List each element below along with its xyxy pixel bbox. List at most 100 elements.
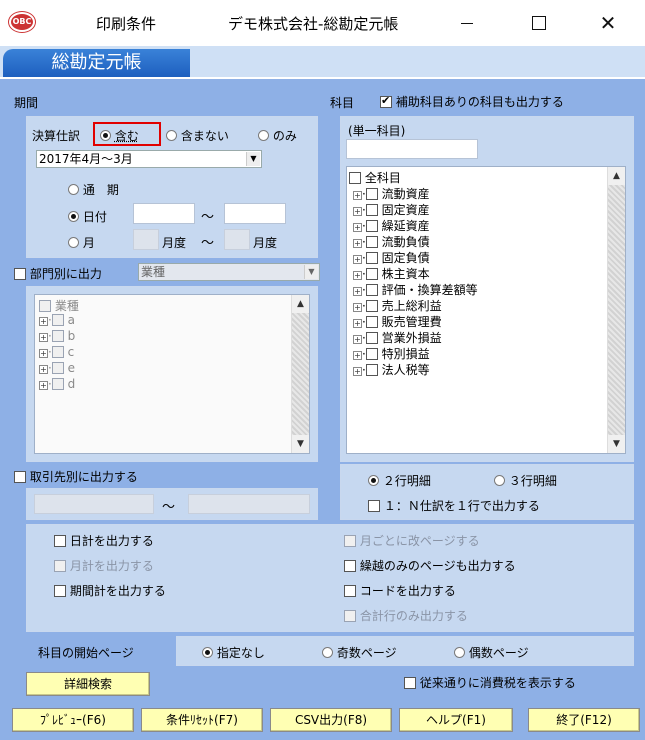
start-page-odd-label: 奇数ページ [336, 646, 397, 660]
settlement-include-label: 含む [114, 129, 139, 143]
tree-item[interactable]: +· 固定資産 [353, 201, 430, 217]
checkbox-icon [344, 585, 356, 597]
radio-icon [368, 475, 379, 486]
csv-output-button[interactable]: CSV出力(F8) [270, 708, 392, 732]
daily-total-checkbox[interactable]: 日計を出力する [54, 532, 154, 549]
tree-item[interactable]: +· 営業外損益 [353, 329, 442, 345]
settlement-radio-exclude[interactable]: 含まない [166, 127, 229, 144]
expand-icon[interactable]: + [353, 335, 362, 344]
help-button[interactable]: ヘルプ(F1) [399, 708, 513, 732]
sub-account-checkbox[interactable]: 補助科目ありの科目も出力する [380, 93, 564, 110]
monthly-total-checkbox[interactable]: 月計を出力する [54, 557, 154, 574]
exit-button[interactable]: 終了(F12) [528, 708, 640, 732]
checkbox-icon [380, 94, 392, 108]
tree-item[interactable]: +· 法人税等 [353, 361, 430, 377]
window-title-left: 印刷条件 [96, 15, 157, 33]
tree-item[interactable]: +· 売上総利益 [353, 297, 442, 313]
tree-item[interactable]: +· 特別損益 [353, 345, 430, 361]
single-account-input[interactable] [346, 139, 478, 159]
tree-item[interactable]: +· d [39, 377, 75, 393]
tree-item-label: 特別損益 [381, 347, 430, 361]
tree-item[interactable]: +· 販売管理費 [353, 313, 442, 329]
expand-icon[interactable]: + [353, 319, 362, 328]
tree-item[interactable]: +· 流動資産 [353, 185, 430, 201]
start-page-radio-none[interactable]: 指定なし [202, 644, 265, 661]
department-checkbox[interactable]: 部門別に出力 [14, 265, 102, 282]
expand-icon[interactable]: + [353, 223, 362, 232]
scroll-down-icon[interactable]: ▼ [608, 435, 625, 453]
date-to-input[interactable] [224, 203, 286, 224]
total-row-only-checkbox[interactable]: 合計行のみ出力する [344, 607, 468, 624]
tree-item[interactable]: +· 評価・換算差額等 [353, 281, 478, 297]
partner-from-input[interactable] [34, 494, 154, 514]
tree-item[interactable]: +· e [39, 361, 75, 377]
tax-checkbox[interactable]: 従来通りに消費税を表示する [404, 674, 576, 691]
expand-icon[interactable]: + [353, 207, 362, 216]
period-total-checkbox[interactable]: 期間計を出力する [54, 582, 166, 599]
tree-root[interactable]: 全科目 [349, 169, 401, 185]
carry-only-label: 繰越のみのページも出力する [359, 559, 516, 573]
account-tree[interactable]: 全科目 +· 流動資産 +· 固定資産 +· 繰延資産 +· 流動負債 +· 固… [346, 166, 626, 454]
expand-icon[interactable]: + [353, 255, 362, 264]
month-from-input[interactable] [133, 229, 159, 250]
tree-item[interactable]: +· b [39, 329, 75, 345]
start-page-radio-odd[interactable]: 奇数ページ [322, 644, 397, 661]
tree-item-label: 株主資本 [381, 267, 430, 281]
partner-checkbox[interactable]: 取引先別に出力する [14, 468, 138, 485]
expand-icon[interactable]: + [39, 349, 48, 358]
expand-icon[interactable]: + [353, 303, 362, 312]
scroll-up-icon[interactable]: ▲ [292, 295, 309, 313]
close-icon[interactable]: ✕ [585, 8, 631, 38]
reset-conditions-button[interactable]: 条件ﾘｾｯﾄ(F7) [141, 708, 263, 732]
tree-root[interactable]: 業種 [39, 297, 79, 313]
scrollbar[interactable]: ▲ ▼ [607, 167, 625, 453]
checkbox-icon [14, 471, 26, 483]
mode-radio-full[interactable]: 通 期 [68, 181, 119, 198]
expand-icon[interactable]: + [39, 333, 48, 342]
checkbox-icon [344, 535, 356, 547]
tree-item[interactable]: +· 流動負債 [353, 233, 430, 249]
expand-icon[interactable]: + [39, 365, 48, 374]
tree-item[interactable]: +· 繰延資産 [353, 217, 430, 233]
carry-only-checkbox[interactable]: 繰越のみのページも出力する [344, 557, 516, 574]
mode-radio-month[interactable]: 月 [68, 234, 95, 251]
app-logo-icon: OBC [9, 12, 35, 32]
department-select[interactable]: 業種 ▼ [138, 263, 320, 281]
scrollbar[interactable]: ▲ ▼ [291, 295, 309, 453]
expand-icon[interactable]: + [353, 287, 362, 296]
tree-item[interactable]: +· c [39, 345, 74, 361]
header-tab: 総勘定元帳 [3, 49, 190, 77]
department-tree[interactable]: 業種 +· a +· b +· c +· e +· d ▲ ▼ [34, 294, 310, 454]
detail-radio-2[interactable]: ２行明細 [368, 472, 431, 489]
fiscal-year-select[interactable]: 2017年4月～3月 ▼ [36, 150, 262, 168]
partner-to-input[interactable] [188, 494, 310, 514]
detail-search-button[interactable]: 詳細検索 [26, 672, 150, 696]
tree-item[interactable]: +· 固定負債 [353, 249, 430, 265]
page-break-checkbox[interactable]: 月ごとに改ページする [344, 532, 480, 549]
date-separator: ～ [201, 210, 215, 225]
maximize-icon[interactable] [515, 8, 561, 38]
minimize-icon[interactable] [444, 8, 490, 38]
settlement-radio-include[interactable]: 含む [100, 127, 139, 144]
expand-icon[interactable]: + [39, 317, 48, 326]
expand-icon[interactable]: + [353, 271, 362, 280]
one-to-n-checkbox[interactable]: １：Ｎ仕訳を１行で出力する [368, 497, 540, 514]
settlement-radio-only[interactable]: のみ [258, 127, 297, 144]
expand-icon[interactable]: + [353, 191, 362, 200]
tree-item[interactable]: +· 株主資本 [353, 265, 430, 281]
scroll-down-icon[interactable]: ▼ [292, 435, 309, 453]
tree-item[interactable]: +· a [39, 313, 75, 329]
checkbox-icon [365, 204, 378, 216]
expand-icon[interactable]: + [39, 381, 48, 390]
expand-icon[interactable]: + [353, 367, 362, 376]
month-to-input[interactable] [224, 229, 250, 250]
expand-icon[interactable]: + [353, 351, 362, 360]
preview-button[interactable]: ﾌﾟﾚﾋﾞｭｰ(F6) [12, 708, 134, 732]
code-output-checkbox[interactable]: コードを出力する [344, 582, 456, 599]
mode-radio-date[interactable]: 日付 [68, 208, 107, 225]
scroll-up-icon[interactable]: ▲ [608, 167, 625, 185]
date-from-input[interactable] [133, 203, 195, 224]
expand-icon[interactable]: + [353, 239, 362, 248]
start-page-radio-even[interactable]: 偶数ページ [454, 644, 529, 661]
detail-radio-3[interactable]: ３行明細 [494, 472, 557, 489]
